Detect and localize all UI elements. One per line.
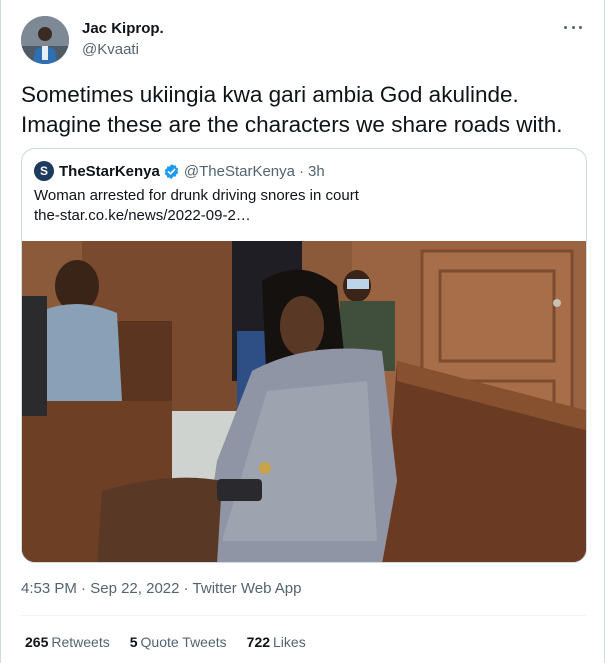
retweets-count: 265: [25, 634, 49, 650]
avatar[interactable]: [21, 16, 69, 64]
tweet-stats: 265 Retweets 5 Quote Tweets 722 Likes: [25, 634, 326, 650]
verified-badge-icon: [164, 163, 179, 179]
quote-tweets-label: Quote Tweets: [140, 634, 227, 650]
quote-tweets-count: 5: [129, 634, 138, 650]
quoted-tweet-time: 3h: [308, 162, 325, 180]
quoted-tweet-body: Woman arrested for drunk driving snores …: [34, 186, 359, 226]
quoted-author-handle: @TheStarKenya: [183, 162, 295, 180]
tweet-meta: 4:53 PM · Sep 22, 2022 · Twitter Web App: [21, 580, 302, 597]
more-options-icon[interactable]: [564, 18, 582, 36]
tweet-text-line: Sometimes ukiingia kwa gari ambia God ak…: [21, 82, 519, 107]
quoted-tweet-headline: Woman arrested for drunk driving snores …: [34, 187, 359, 204]
tweet-text: Sometimes ukiingia kwa gari ambia God ak…: [21, 80, 591, 140]
quoted-author-avatar: S: [34, 161, 54, 181]
quoted-tweet-link[interactable]: the-star.co.ke/news/2022-09-2…: [34, 206, 359, 226]
quoted-author-name: TheStarKenya: [59, 162, 160, 180]
quoted-tweet[interactable]: S TheStarKenya @TheStarKenya · 3h Woman …: [21, 148, 587, 563]
likes-count: 722: [246, 634, 271, 650]
avatar-image: [21, 16, 69, 64]
tweet-text-line: Imagine these are the characters we shar…: [21, 112, 563, 137]
author-handle[interactable]: @Kvaati: [82, 41, 139, 58]
likes-stat[interactable]: 722 Likes: [247, 634, 306, 650]
author-name[interactable]: Jac Kiprop.: [82, 20, 164, 37]
retweets-label: Retweets: [51, 634, 110, 650]
separator-dot: ·: [183, 580, 193, 597]
courtroom-photo-image: [22, 241, 586, 562]
tweet-card: Jac Kiprop. @Kvaati Sometimes ukiingia k…: [0, 0, 605, 663]
quoted-tweet-photo[interactable]: [22, 241, 586, 562]
tweet-date[interactable]: Sep 22, 2022: [90, 580, 179, 597]
separator-dot: ·: [299, 162, 304, 180]
tweet-source[interactable]: Twitter Web App: [193, 580, 302, 597]
divider: [21, 615, 586, 616]
retweets-stat[interactable]: 265 Retweets: [25, 634, 110, 650]
tweet-time[interactable]: 4:53 PM: [21, 580, 77, 597]
separator-dot: ·: [81, 580, 91, 597]
tweet-header: Jac Kiprop. @Kvaati: [21, 16, 586, 68]
quote-tweets-stat[interactable]: 5 Quote Tweets: [130, 634, 227, 650]
likes-label: Likes: [273, 634, 306, 650]
quoted-tweet-header: S TheStarKenya @TheStarKenya · 3h: [34, 161, 325, 181]
